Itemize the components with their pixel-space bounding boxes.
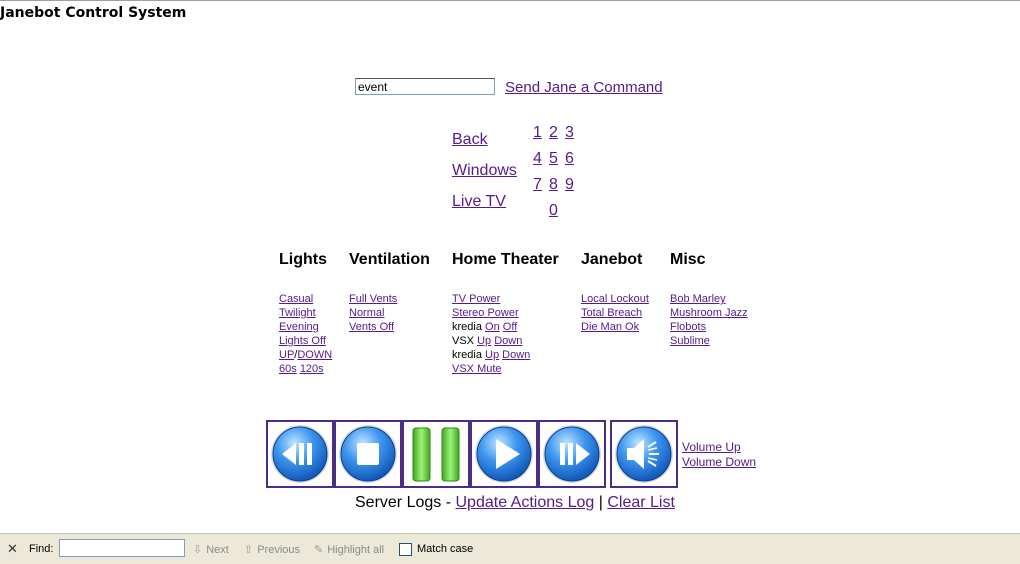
volume-up-link[interactable]: Volume Up <box>682 440 741 454</box>
stereo-power-link[interactable]: Stereo Power <box>452 307 519 319</box>
server-logs-row: Server Logs - Update Actions Log | Clear… <box>355 494 675 512</box>
find-previous-label: Previous <box>257 544 301 556</box>
ventilation-list: Full Vents Normal Vents Off <box>349 292 397 334</box>
key-1[interactable]: 1 <box>533 124 542 142</box>
key-4[interactable]: 4 <box>533 150 542 168</box>
command-input[interactable]: event <box>355 78 495 95</box>
update-actions-log-link[interactable]: Update Actions Log <box>456 494 595 511</box>
total-breach-link[interactable]: Total Breach <box>581 307 642 319</box>
server-logs-label: Server Logs - <box>355 494 452 511</box>
lights-heading: Lights <box>279 251 327 268</box>
mushroom-jazz-link[interactable]: Mushroom Jazz <box>670 307 748 319</box>
top-border <box>0 0 1020 1</box>
windows-link[interactable]: Windows <box>452 162 517 180</box>
vsx-down-link[interactable]: Down <box>494 335 522 347</box>
timer-60s-link[interactable]: 60s <box>279 363 297 375</box>
lights-casual-link[interactable]: Casual <box>279 293 313 305</box>
highlighter-icon: ✎ <box>314 544 324 556</box>
find-next-button[interactable]: ⇩ Next <box>193 543 229 556</box>
die-man-ok-link[interactable]: Die Man Ok <box>581 321 639 333</box>
arrow-up-icon: ⇧ <box>244 544 254 556</box>
key-9[interactable]: 9 <box>565 176 574 194</box>
highlight-all-label: Highlight all <box>327 544 385 556</box>
full-vents-link[interactable]: Full Vents <box>349 293 397 305</box>
misc-list: Bob Marley Mushroom Jazz Flobots Sublime <box>670 292 748 348</box>
key-3[interactable]: 3 <box>565 124 574 142</box>
bob-marley-link[interactable]: Bob Marley <box>670 293 726 305</box>
home-theater-list: TV Power Stereo Power kredia On Off VSX … <box>452 292 530 376</box>
sublime-link[interactable]: Sublime <box>670 335 710 347</box>
flobots-link[interactable]: Flobots <box>670 321 706 333</box>
volume-down-link[interactable]: Volume Down <box>682 455 756 469</box>
rewind-button[interactable] <box>266 420 334 488</box>
vsx-label: VSX <box>452 335 475 347</box>
logs-separator: | <box>598 494 603 511</box>
home-theater-heading: Home Theater <box>452 251 559 268</box>
pause-icon <box>412 427 460 482</box>
back-link[interactable]: Back <box>452 131 488 149</box>
find-bar: ✕ Find: ⇩ Next ⇧ Previous ✎ Highlight all M… <box>0 533 1020 564</box>
lights-list: Casual Twilight Evening Lights Off UP/DO… <box>279 292 332 376</box>
kredia-volume-label: kredia <box>452 349 482 361</box>
play-icon <box>475 425 533 483</box>
live-tv-link[interactable]: Live TV <box>452 193 506 211</box>
lights-evening-link[interactable]: Evening <box>279 321 319 333</box>
lights-down-link[interactable]: DOWN <box>297 349 332 361</box>
lights-off-link[interactable]: Lights Off <box>279 335 326 347</box>
find-label: Find: <box>29 543 54 555</box>
vents-off-link[interactable]: Vents Off <box>349 321 394 333</box>
send-command-link[interactable]: Send Jane a Command <box>505 79 663 96</box>
kredia-off-link[interactable]: Off <box>503 321 517 333</box>
key-5[interactable]: 5 <box>549 150 558 168</box>
fast-forward-button[interactable] <box>538 420 606 488</box>
find-previous-button[interactable]: ⇧ Previous <box>244 543 300 556</box>
match-case-label: Match case <box>417 543 474 555</box>
find-next-label: Next <box>206 544 229 556</box>
kredia-on-link[interactable]: On <box>485 321 500 333</box>
pause-button[interactable] <box>402 420 470 488</box>
stop-button[interactable] <box>334 420 402 488</box>
clear-list-link[interactable]: Clear List <box>607 494 675 511</box>
key-0[interactable]: 0 <box>549 202 558 220</box>
normal-vents-link[interactable]: Normal <box>349 307 384 319</box>
close-icon[interactable]: ✕ <box>7 541 18 557</box>
play-button[interactable] <box>470 420 538 488</box>
local-lockout-link[interactable]: Local Lockout <box>581 293 649 305</box>
vsx-mute-link[interactable]: VSX Mute <box>452 363 502 375</box>
kredia-down-link[interactable]: Down <box>502 349 530 361</box>
tv-power-link[interactable]: TV Power <box>452 293 500 305</box>
speaker-icon <box>615 425 673 483</box>
vsx-up-link[interactable]: Up <box>477 335 491 347</box>
highlight-all-button[interactable]: ✎ Highlight all <box>314 543 384 556</box>
match-case-checkbox[interactable] <box>399 543 412 556</box>
timer-120s-link[interactable]: 120s <box>300 363 324 375</box>
arrow-down-icon: ⇩ <box>193 544 203 556</box>
page-title: Janebot Control System <box>0 5 187 21</box>
speaker-button[interactable] <box>610 420 678 488</box>
fast-forward-icon <box>543 425 601 483</box>
janebot-heading: Janebot <box>581 251 643 268</box>
misc-heading: Misc <box>670 251 706 268</box>
lights-twilight-link[interactable]: Twilight <box>279 307 316 319</box>
key-8[interactable]: 8 <box>549 176 558 194</box>
lights-up-link[interactable]: UP <box>279 349 294 361</box>
find-input[interactable] <box>59 539 185 557</box>
stop-icon <box>339 425 397 483</box>
janebot-list: Local Lockout Total Breach Die Man Ok <box>581 292 649 334</box>
key-2[interactable]: 2 <box>549 124 558 142</box>
rewind-icon <box>271 425 329 483</box>
key-6[interactable]: 6 <box>565 150 574 168</box>
key-7[interactable]: 7 <box>533 176 542 194</box>
kredia-label: kredia <box>452 321 482 333</box>
ventilation-heading: Ventilation <box>349 251 430 268</box>
kredia-up-link[interactable]: Up <box>485 349 499 361</box>
